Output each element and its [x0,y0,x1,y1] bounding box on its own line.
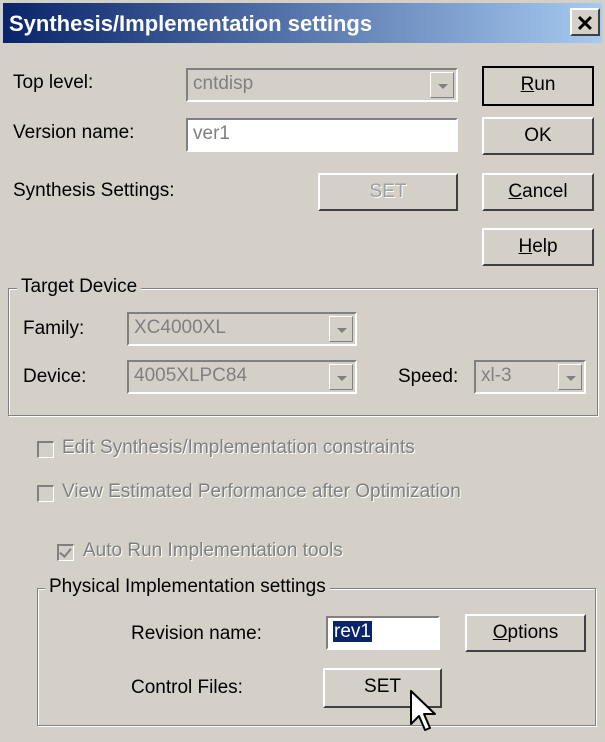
revision-name-value: rev1 [333,621,372,642]
control-files-label: Control Files: [131,677,243,698]
chevron-down-icon[interactable] [430,72,454,98]
device-combo[interactable]: 4005XLPC84 [127,360,357,394]
title-bar[interactable]: Synthesis/Implementation settings ✕ [3,3,602,43]
physical-implementation-title: Physical Implementation settings [45,576,330,598]
close-button[interactable]: ✕ [570,8,600,36]
synthesis-set-button[interactable]: SET [318,173,458,211]
top-level-value: cntdisp [193,73,254,94]
options-button[interactable]: Options [465,614,586,652]
speed-value: xl-3 [481,365,512,386]
edit-constraints-label: Edit Synthesis/Implementation constraint… [62,437,415,458]
auto-run-label: Auto Run Implementation tools [83,540,343,561]
speed-combo[interactable]: xl-3 [474,360,586,394]
run-button[interactable]: Run [482,66,594,106]
family-value: XC4000XL [134,317,226,338]
help-button[interactable]: Help [482,228,594,266]
version-name-value: ver1 [193,123,230,144]
target-device-title: Target Device [17,276,142,298]
device-value: 4005XLPC84 [134,365,248,386]
version-name-label: Version name: [13,122,135,143]
close-icon: ✕ [575,11,595,36]
version-name-input[interactable]: ver1 [186,118,458,152]
target-device-group [8,288,598,416]
chevron-down-icon[interactable] [329,316,353,342]
physical-implementation-group [37,588,596,726]
revision-name-label: Revision name: [131,623,262,644]
ok-button[interactable]: OK [482,117,594,155]
speed-label: Speed: [398,366,459,387]
family-label: Family: [23,318,85,339]
family-combo[interactable]: XC4000XL [127,312,357,346]
device-label: Device: [23,366,87,387]
auto-run-checkbox[interactable] [57,544,74,561]
chevron-down-icon[interactable] [558,364,582,390]
settings-dialog: Synthesis/Implementation settings ✕ Top … [0,0,605,742]
top-level-label: Top level: [13,72,94,93]
dialog-title: Synthesis/Implementation settings [9,11,373,36]
mouse-pointer-icon [410,690,436,731]
view-performance-label: View Estimated Performance after Optimiz… [62,481,461,502]
synthesis-settings-label: Synthesis Settings: [13,180,175,201]
top-level-combo[interactable]: cntdisp [186,68,458,102]
cancel-button[interactable]: Cancel [482,173,594,211]
chevron-down-icon[interactable] [329,364,353,390]
view-performance-checkbox[interactable] [37,485,54,502]
edit-constraints-checkbox[interactable] [37,441,54,458]
revision-name-input[interactable]: rev1 [326,616,440,650]
